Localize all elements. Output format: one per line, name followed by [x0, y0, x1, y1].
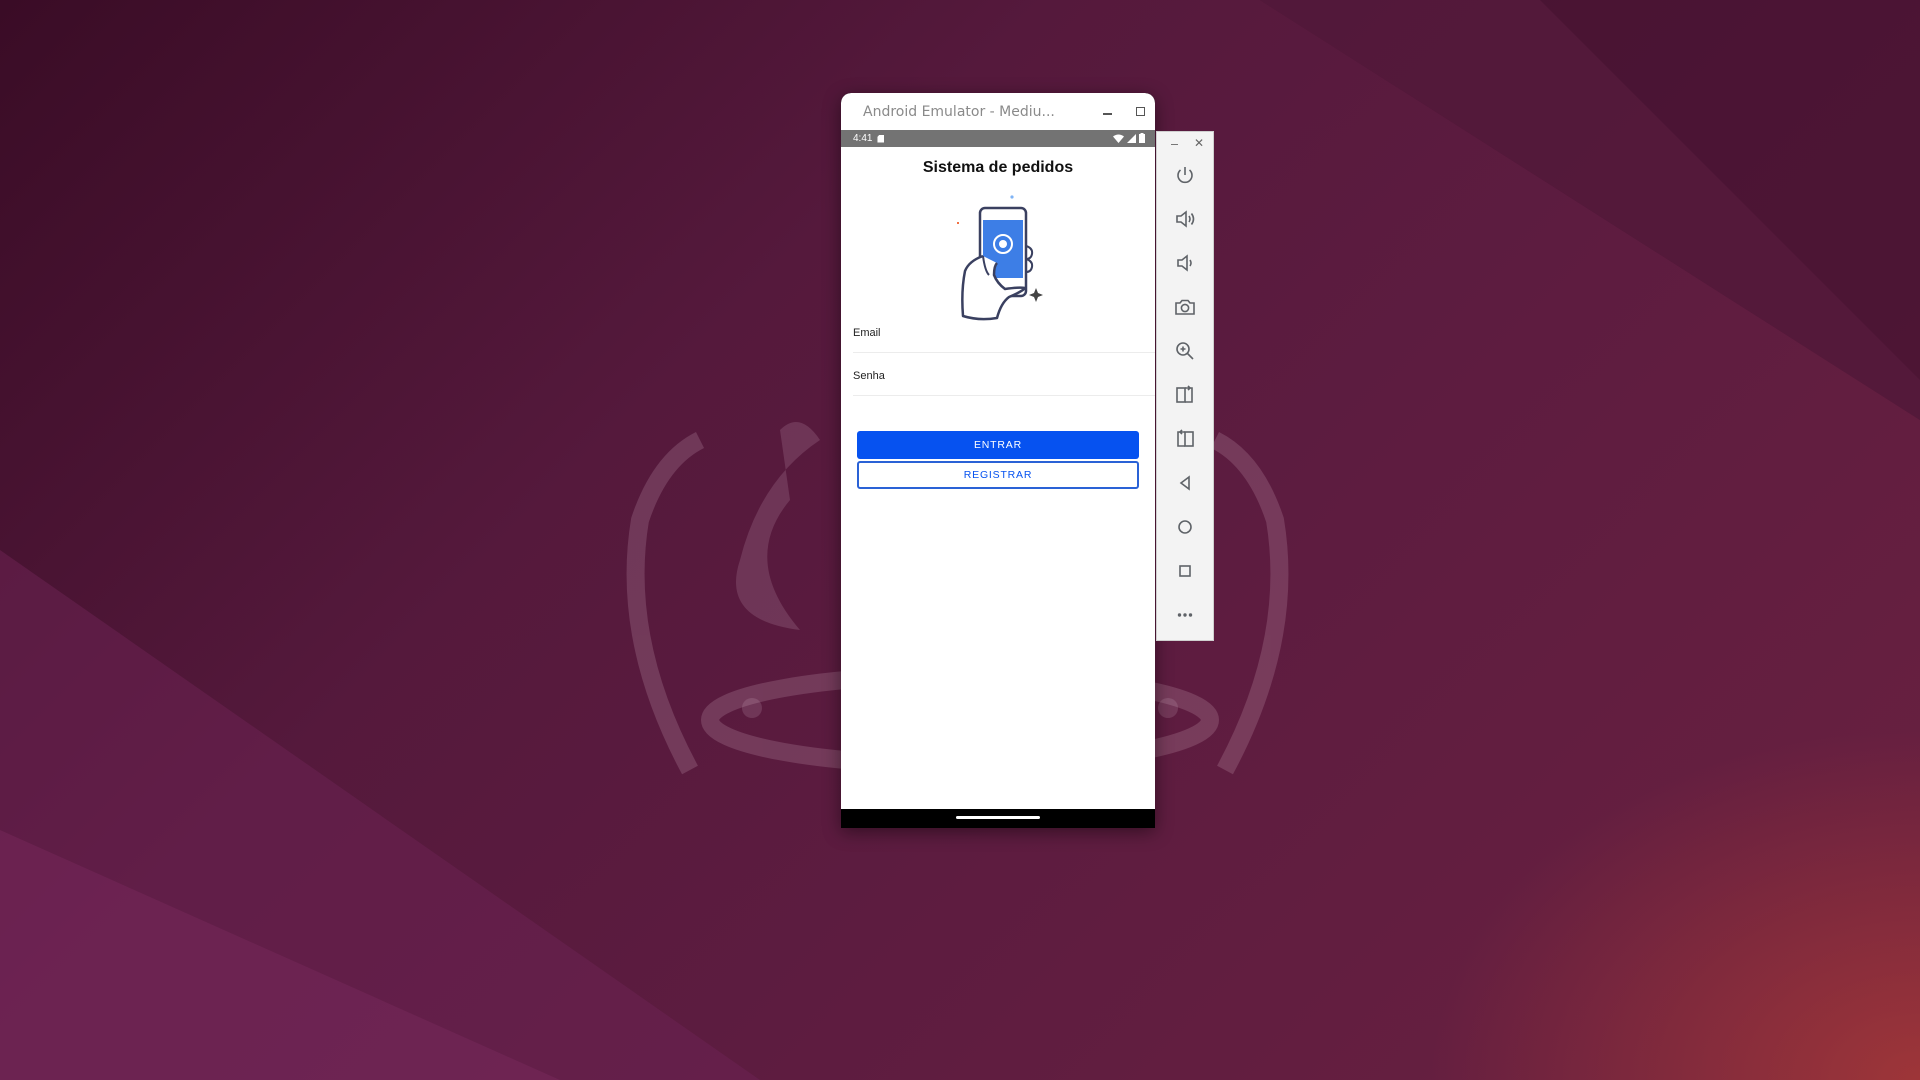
volume-up-button[interactable] — [1171, 205, 1199, 233]
power-icon — [1177, 167, 1193, 184]
android-status-bar: 4:41 — [841, 130, 1155, 147]
email-field[interactable]: Email — [853, 313, 1155, 353]
maximize-button[interactable] — [1130, 101, 1150, 121]
register-button[interactable]: REGISTRAR — [857, 461, 1139, 489]
android-navigation-bar — [841, 809, 1155, 828]
screenshot-button[interactable] — [1171, 293, 1199, 321]
volume-down-icon — [1177, 254, 1192, 272]
sd-card-icon — [877, 134, 885, 143]
power-button[interactable] — [1171, 161, 1199, 189]
minimize-button[interactable] — [1097, 101, 1117, 121]
wifi-icon — [1113, 134, 1124, 143]
more-button[interactable] — [1171, 601, 1199, 629]
rotate-right-icon — [1177, 429, 1194, 447]
zoom-button[interactable] — [1171, 337, 1199, 365]
home-button[interactable] — [1171, 513, 1199, 541]
toolbar-minimize-button[interactable] — [1169, 140, 1181, 150]
emulator-toolbar: ✕ — [1156, 131, 1214, 641]
battery-icon — [1139, 133, 1145, 143]
status-icons — [1113, 133, 1145, 143]
phone-in-hand-illustration — [957, 195, 1043, 321]
toolbar-header: ✕ — [1157, 132, 1213, 156]
rotate-right-button[interactable] — [1171, 425, 1199, 453]
emulator-titlebar[interactable]: Android Emulator - Mediu... — [841, 93, 1155, 130]
zoom-icon — [1176, 342, 1194, 360]
home-icon — [1178, 520, 1192, 534]
email-placeholder: Email — [853, 326, 881, 339]
rotate-left-button[interactable] — [1171, 381, 1199, 409]
overview-icon — [1179, 565, 1191, 577]
emulator-title: Android Emulator - Mediu... — [863, 103, 1055, 120]
emulator-window: Android Emulator - Mediu... 4:41 Sistema… — [841, 93, 1155, 828]
login-button[interactable]: ENTRAR — [857, 431, 1139, 459]
overview-button[interactable] — [1171, 557, 1199, 585]
gesture-handle[interactable] — [956, 816, 1040, 819]
rotate-left-icon — [1176, 385, 1193, 403]
status-time: 4:41 — [853, 133, 873, 144]
volume-down-button[interactable] — [1171, 249, 1199, 277]
app-screen: Sistema de pedidos Email Senha ENTRAR RE… — [841, 147, 1155, 809]
camera-icon — [1175, 299, 1195, 315]
toolbar-close-button[interactable]: ✕ — [1193, 137, 1205, 149]
app-title: Sistema de pedidos — [922, 159, 1074, 176]
back-button[interactable] — [1171, 469, 1199, 497]
volume-up-icon — [1176, 210, 1195, 228]
more-icon — [1177, 613, 1193, 617]
password-field[interactable]: Senha — [853, 356, 1155, 396]
back-icon — [1179, 475, 1190, 491]
password-placeholder: Senha — [853, 369, 885, 382]
signal-icon — [1127, 133, 1136, 143]
